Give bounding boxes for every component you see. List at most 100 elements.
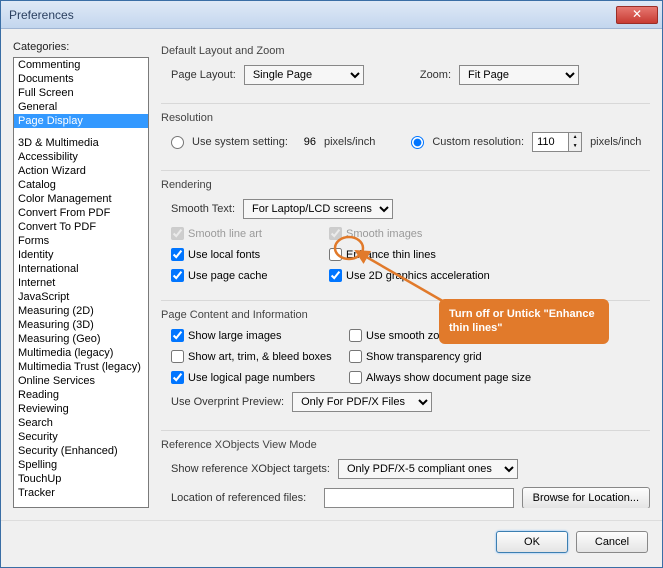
category-item[interactable]: Security (Enhanced) — [14, 444, 148, 458]
always-show-doc-page-size-checkbox[interactable] — [349, 371, 362, 384]
category-item[interactable]: TouchUp — [14, 472, 148, 486]
categories-list[interactable]: CommentingDocumentsFull ScreenGeneralPag… — [13, 57, 149, 508]
section-xobjects: Reference XObjects View Mode Show refere… — [161, 439, 650, 508]
preferences-window: Preferences ✕ Categories: CommentingDocu… — [0, 0, 663, 568]
category-item[interactable]: Security — [14, 430, 148, 444]
window-title: Preferences — [9, 8, 616, 22]
category-item[interactable]: Internet — [14, 276, 148, 290]
category-item[interactable]: Measuring (3D) — [14, 318, 148, 332]
zoom-label: Zoom: — [420, 69, 451, 81]
category-item[interactable]: Measuring (Geo) — [14, 332, 148, 346]
page-layout-select[interactable]: Single Page — [244, 65, 364, 85]
pixels-inch-2: pixels/inch — [590, 136, 641, 148]
category-item[interactable]: Page Display — [14, 114, 148, 128]
show-transparency-grid-label: Show transparency grid — [366, 351, 482, 363]
category-item[interactable]: Accessibility — [14, 150, 148, 164]
custom-resolution-label: Custom resolution: — [432, 136, 524, 148]
category-item[interactable]: Commenting — [14, 58, 148, 72]
category-item[interactable]: Multimedia (legacy) — [14, 346, 148, 360]
smooth-images-label: Smooth images — [346, 228, 422, 240]
section-layout-title: Default Layout and Zoom — [161, 45, 650, 57]
category-item[interactable]: Convert From PDF — [14, 206, 148, 220]
custom-resolution-input[interactable] — [532, 132, 568, 152]
category-item[interactable]: Catalog — [14, 178, 148, 192]
ok-button[interactable]: OK — [496, 531, 568, 553]
use-local-fonts-label: Use local fonts — [188, 249, 260, 261]
category-item[interactable]: Documents — [14, 72, 148, 86]
custom-resolution-spinner[interactable]: ▲ ▼ — [532, 132, 582, 152]
show-transparency-grid-checkbox[interactable] — [349, 350, 362, 363]
enhance-thin-lines-label: Enhance thin lines — [346, 249, 436, 261]
use-page-cache-checkbox[interactable] — [171, 269, 184, 282]
use-overprint-select[interactable]: Only For PDF/X Files — [292, 392, 432, 412]
category-item[interactable]: Forms — [14, 234, 148, 248]
section-rendering-title: Rendering — [161, 179, 650, 191]
cancel-button[interactable]: Cancel — [576, 531, 648, 553]
category-item[interactable]: Online Services — [14, 374, 148, 388]
smooth-line-art-checkbox — [171, 227, 184, 240]
content-area: Categories: CommentingDocumentsFull Scre… — [1, 29, 662, 520]
spinner-down-icon[interactable]: ▼ — [569, 142, 581, 151]
category-item[interactable]: Tracker — [14, 486, 148, 500]
use-system-radio[interactable] — [171, 136, 184, 149]
category-separator — [14, 128, 148, 136]
always-show-doc-page-size-label: Always show document page size — [366, 372, 531, 384]
section-layout: Default Layout and Zoom Page Layout: Sin… — [161, 45, 650, 104]
custom-resolution-radio[interactable] — [411, 136, 424, 149]
use-local-fonts-checkbox[interactable] — [171, 248, 184, 261]
category-item[interactable]: International — [14, 262, 148, 276]
category-item[interactable]: Spelling — [14, 458, 148, 472]
category-item[interactable]: Search — [14, 416, 148, 430]
category-item[interactable]: 3D & Multimedia — [14, 136, 148, 150]
browse-location-button[interactable]: Browse for Location... — [522, 487, 650, 508]
window-close-button[interactable]: ✕ — [616, 6, 658, 24]
category-item[interactable]: General — [14, 100, 148, 114]
dialog-button-bar: OK Cancel — [1, 520, 662, 567]
smooth-line-art-label: Smooth line art — [188, 228, 262, 240]
use-logical-page-numbers-label: Use logical page numbers — [188, 372, 315, 384]
show-large-images-label: Show large images — [188, 330, 282, 342]
section-rendering: Rendering Smooth Text: For Laptop/LCD sc… — [161, 179, 650, 301]
show-large-images-checkbox[interactable] — [171, 329, 184, 342]
use-page-cache-label: Use page cache — [188, 270, 268, 282]
page-layout-label: Page Layout: — [171, 69, 236, 81]
show-art-trim-checkbox[interactable] — [171, 350, 184, 363]
section-resolution-title: Resolution — [161, 112, 650, 124]
category-item[interactable]: Reviewing — [14, 402, 148, 416]
spinner-up-icon[interactable]: ▲ — [569, 133, 581, 142]
category-item[interactable]: Multimedia Trust (legacy) — [14, 360, 148, 374]
use-smooth-zooming-checkbox[interactable] — [349, 329, 362, 342]
system-dpi-value: 96 — [296, 136, 316, 148]
location-label: Location of referenced files: — [171, 492, 316, 504]
category-item[interactable]: Identity — [14, 248, 148, 262]
category-item[interactable]: Full Screen — [14, 86, 148, 100]
use-2d-accel-label: Use 2D graphics acceleration — [346, 270, 490, 282]
category-item[interactable]: Reading — [14, 388, 148, 402]
callout-tooltip: Turn off or Untick "Enhance thin lines" — [439, 299, 609, 344]
category-item[interactable]: Action Wizard — [14, 164, 148, 178]
category-item[interactable]: Measuring (2D) — [14, 304, 148, 318]
location-input[interactable] — [324, 488, 514, 508]
pixels-inch-1: pixels/inch — [324, 136, 375, 148]
smooth-images-checkbox — [329, 227, 342, 240]
titlebar: Preferences ✕ — [1, 1, 662, 29]
section-resolution: Resolution Use system setting: 96 pixels… — [161, 112, 650, 171]
categories-label: Categories: — [13, 41, 149, 53]
categories-pane: Categories: CommentingDocumentsFull Scre… — [13, 41, 149, 508]
enhance-thin-lines-checkbox[interactable] — [329, 248, 342, 261]
category-item[interactable]: JavaScript — [14, 290, 148, 304]
section-xobjects-title: Reference XObjects View Mode — [161, 439, 650, 451]
show-art-trim-label: Show art, trim, & bleed boxes — [188, 351, 332, 363]
use-logical-page-numbers-checkbox[interactable] — [171, 371, 184, 384]
settings-pane: Default Layout and Zoom Page Layout: Sin… — [161, 41, 650, 508]
use-overprint-label: Use Overprint Preview: — [171, 396, 284, 408]
category-item[interactable]: Color Management — [14, 192, 148, 206]
category-item[interactable]: Convert To PDF — [14, 220, 148, 234]
use-2d-accel-checkbox[interactable] — [329, 269, 342, 282]
use-system-label: Use system setting: — [192, 136, 288, 148]
smooth-text-select[interactable]: For Laptop/LCD screens — [243, 199, 393, 219]
zoom-select[interactable]: Fit Page — [459, 65, 579, 85]
show-ref-xobject-label: Show reference XObject targets: — [171, 463, 330, 475]
smooth-text-label: Smooth Text: — [171, 203, 235, 215]
show-ref-xobject-select[interactable]: Only PDF/X-5 compliant ones — [338, 459, 518, 479]
